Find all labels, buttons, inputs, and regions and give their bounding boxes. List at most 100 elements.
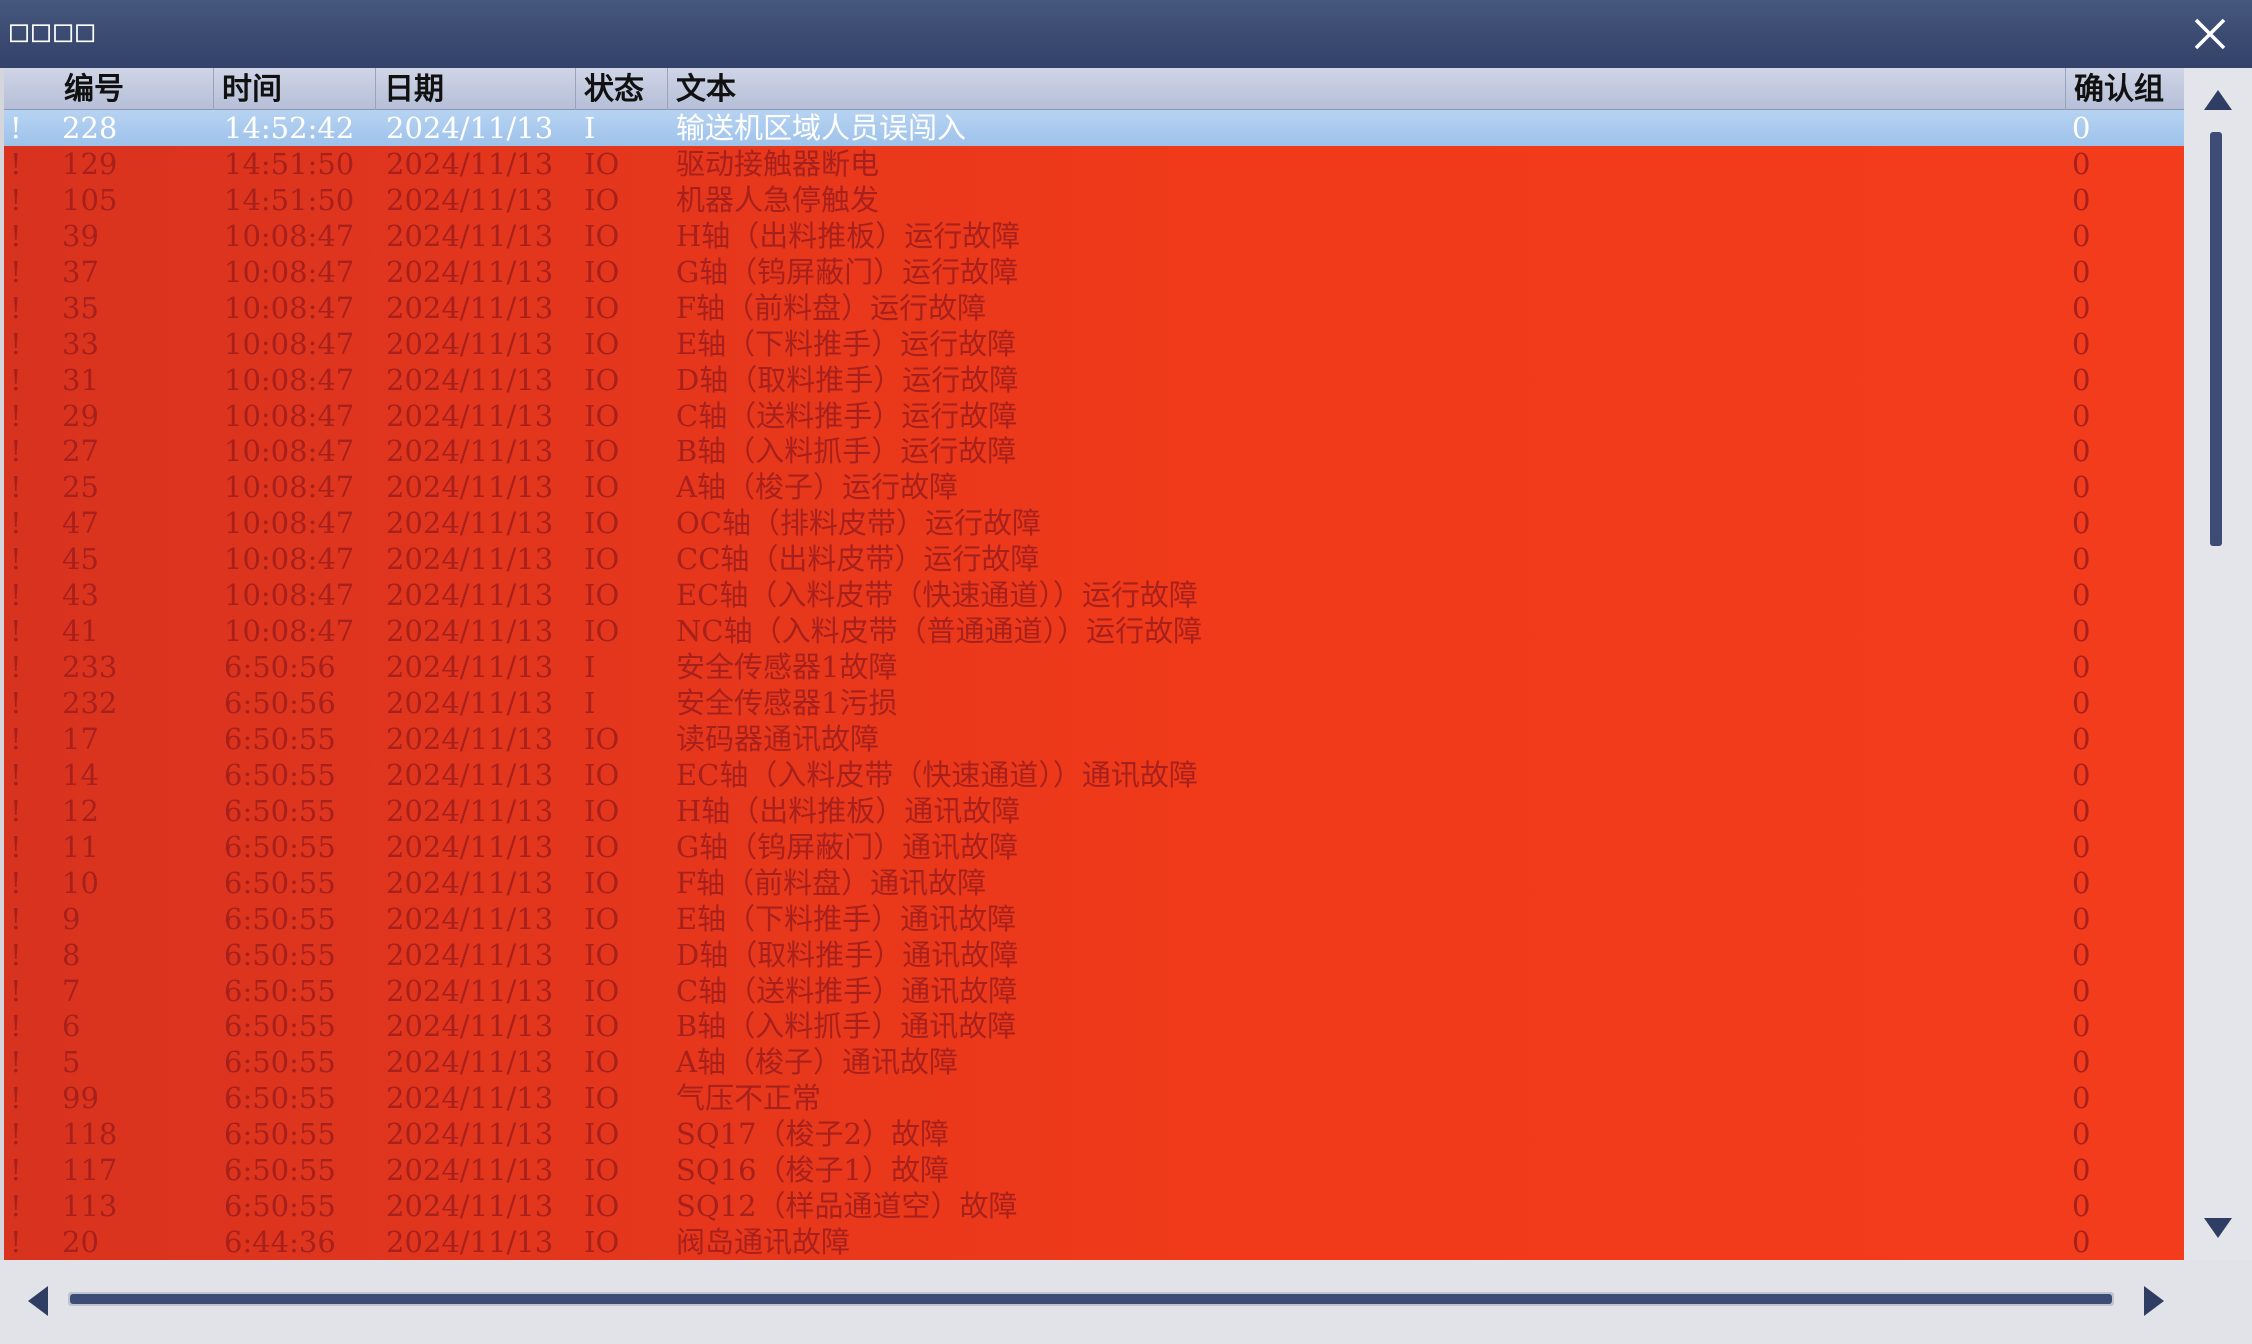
column-header-text[interactable]: 文本 bbox=[668, 68, 2066, 110]
cell-text: EC轴（入料皮带（快速通道））通讯故障 bbox=[676, 757, 1198, 792]
cell-text: C轴（送料推手）通讯故障 bbox=[676, 973, 1018, 1008]
cell-state: IO bbox=[584, 757, 620, 792]
cell-group: 0 bbox=[2072, 937, 2091, 972]
vertical-scroll-thumb[interactable] bbox=[2210, 132, 2222, 546]
table-row[interactable]: ! 105 14:51:50 2024/11/13 IO 机器人急停触发 0 bbox=[4, 182, 2184, 218]
cell-text: A轴（梭子）通讯故障 bbox=[676, 1045, 958, 1080]
table-row[interactable]: ! 27 10:08:47 2024/11/13 IO B轴（入料抓手）运行故障 0 bbox=[4, 433, 2184, 469]
table-row[interactable]: ! 31 10:08:47 2024/11/13 IO D轴（取料推手）运行故障 0 bbox=[4, 362, 2184, 398]
table-row[interactable]: ! 11 6:50:55 2024/11/13 IO G轴（钨屏蔽门）通讯故障 0 bbox=[4, 829, 2184, 865]
arrow-left-icon[interactable] bbox=[26, 1284, 50, 1318]
table-row[interactable]: ! 43 10:08:47 2024/11/13 IO EC轴（入料皮带（快速通道））运行… bbox=[4, 577, 2184, 613]
arrow-down-icon[interactable] bbox=[2202, 1216, 2234, 1240]
table-row[interactable]: ! 7 6:50:55 2024/11/13 IO C轴（送料推手）通讯故障 0 bbox=[4, 973, 2184, 1009]
cell-mark: ! bbox=[10, 434, 22, 469]
horizontal-scroll-thumb[interactable] bbox=[70, 1294, 2112, 1304]
table-row[interactable]: ! 113 6:50:55 2024/11/13 IO SQ12（样品通道空）故障 0 bbox=[4, 1188, 2184, 1224]
cell-text: 安全传感器1污损 bbox=[676, 686, 898, 720]
cell-text: B轴（入料抓手）运行故障 bbox=[676, 434, 1017, 469]
cell-state: IO bbox=[584, 865, 620, 900]
cell-time: 6:50:55 bbox=[224, 1081, 336, 1116]
cell-group: 0 bbox=[2072, 218, 2091, 253]
cell-state: IO bbox=[584, 218, 620, 253]
cell-group: 0 bbox=[2072, 470, 2091, 505]
column-header-group[interactable]: 确认组 bbox=[2066, 68, 2184, 110]
table-row[interactable]: ! 35 10:08:47 2024/11/13 IO F轴（前料盘）运行故障 0 bbox=[4, 290, 2184, 326]
cell-state: IO bbox=[584, 901, 620, 936]
cell-time: 6:50:55 bbox=[224, 829, 336, 864]
table-row[interactable]: ! 17 6:50:55 2024/11/13 IO 读码器通讯故障 0 bbox=[4, 721, 2184, 757]
table-row[interactable]: ! 232 6:50:56 2024/11/13 I 安全传感器1污损 0 bbox=[4, 685, 2184, 721]
cell-time: 6:50:55 bbox=[224, 757, 336, 792]
table-row[interactable]: ! 233 6:50:56 2024/11/13 I 安全传感器1故障 0 bbox=[4, 649, 2184, 685]
cell-mark: ! bbox=[10, 901, 22, 936]
table-row[interactable]: ! 37 10:08:47 2024/11/13 IO G轴（钨屏蔽门）运行故障 0 bbox=[4, 254, 2184, 290]
cell-text: SQ12（样品通道空）故障 bbox=[676, 1189, 1018, 1224]
cell-date: 2024/11/13 bbox=[386, 829, 554, 864]
table-row[interactable]: ! 118 6:50:55 2024/11/13 IO SQ17（梭子2）故障 0 bbox=[4, 1116, 2184, 1152]
arrow-up-icon[interactable] bbox=[2202, 88, 2234, 112]
cell-num: 39 bbox=[62, 218, 99, 253]
table-row[interactable]: ! 29 10:08:47 2024/11/13 IO C轴（送料推手）运行故障 0 bbox=[4, 398, 2184, 434]
table-row[interactable]: ! 9 6:50:55 2024/11/13 IO E轴（下料推手）通讯故障 0 bbox=[4, 901, 2184, 937]
table-row[interactable]: ! 117 6:50:55 2024/11/13 IO SQ16（梭子1）故障 0 bbox=[4, 1152, 2184, 1188]
cell-state: I bbox=[584, 111, 596, 145]
cell-group: 0 bbox=[2072, 793, 2091, 828]
cell-num: 8 bbox=[62, 937, 81, 972]
table-row[interactable]: ! 39 10:08:47 2024/11/13 IO H轴（出料推板）运行故障 0 bbox=[4, 218, 2184, 254]
cell-time: 6:50:55 bbox=[224, 1189, 336, 1224]
cell-num: 118 bbox=[62, 1117, 118, 1152]
table-row[interactable]: ! 20 6:44:36 2024/11/13 IO 阀岛通讯故障 0 bbox=[4, 1224, 2184, 1260]
table-row[interactable]: ! 12 6:50:55 2024/11/13 IO H轴（出料推板）通讯故障 0 bbox=[4, 793, 2184, 829]
cell-date: 2024/11/13 bbox=[386, 542, 554, 577]
cell-text: CC轴（出料皮带）运行故障 bbox=[676, 542, 1040, 577]
table-row[interactable]: ! 47 10:08:47 2024/11/13 IO OC轴（排料皮带）运行故障 0 bbox=[4, 505, 2184, 541]
cell-group: 0 bbox=[2072, 1117, 2091, 1152]
horizontal-scrollbar[interactable] bbox=[0, 1260, 2252, 1344]
cell-time: 14:51:50 bbox=[224, 146, 355, 181]
table-row[interactable]: ! 99 6:50:55 2024/11/13 IO 气压不正常 0 bbox=[4, 1080, 2184, 1116]
table-row[interactable]: ! 14 6:50:55 2024/11/13 IO EC轴（入料皮带（快速通道））通讯故… bbox=[4, 757, 2184, 793]
column-header-date[interactable]: 日期 bbox=[376, 68, 576, 110]
cell-state: IO bbox=[584, 326, 620, 361]
cell-date: 2024/11/13 bbox=[386, 434, 554, 469]
column-header-num[interactable]: 编号 bbox=[4, 68, 214, 110]
table-row[interactable]: ! 228 14:52:42 2024/11/13 I 输送机区域人员误闯入 0 bbox=[4, 110, 2184, 146]
cell-date: 2024/11/13 bbox=[386, 146, 554, 181]
cell-group: 0 bbox=[2072, 434, 2091, 469]
close-button[interactable] bbox=[2180, 6, 2240, 62]
table-row[interactable]: ! 41 10:08:47 2024/11/13 IO NC轴（入料皮带（普通通道））运行… bbox=[4, 613, 2184, 649]
cell-date: 2024/11/13 bbox=[386, 1189, 554, 1224]
cell-date: 2024/11/13 bbox=[386, 1045, 554, 1080]
cell-num: 31 bbox=[62, 362, 99, 397]
column-header-time[interactable]: 时间 bbox=[214, 68, 376, 110]
cell-date: 2024/11/13 bbox=[386, 614, 554, 649]
cell-text: G轴（钨屏蔽门）通讯故障 bbox=[676, 829, 1019, 864]
cell-mark: ! bbox=[10, 218, 22, 253]
cell-num: 14 bbox=[62, 757, 99, 792]
table-row[interactable]: ! 6 6:50:55 2024/11/13 IO B轴（入料抓手）通讯故障 0 bbox=[4, 1008, 2184, 1044]
table-row[interactable]: ! 45 10:08:47 2024/11/13 IO CC轴（出料皮带）运行故障 0 bbox=[4, 541, 2184, 577]
table-row[interactable]: ! 25 10:08:47 2024/11/13 IO A轴（梭子）运行故障 0 bbox=[4, 469, 2184, 505]
arrow-right-icon[interactable] bbox=[2142, 1284, 2166, 1318]
cell-text: 驱动接触器断电 bbox=[676, 146, 880, 181]
cell-group: 0 bbox=[2072, 721, 2091, 756]
table-row[interactable]: ! 5 6:50:55 2024/11/13 IO A轴（梭子）通讯故障 0 bbox=[4, 1044, 2184, 1080]
table-row[interactable]: ! 10 6:50:55 2024/11/13 IO F轴（前料盘）通讯故障 0 bbox=[4, 865, 2184, 901]
cell-date: 2024/11/13 bbox=[386, 1117, 554, 1152]
cell-num: 228 bbox=[62, 111, 118, 145]
cell-text: B轴（入料抓手）通讯故障 bbox=[676, 1009, 1017, 1044]
cell-state: IO bbox=[584, 829, 620, 864]
column-header-state[interactable]: 状态 bbox=[576, 68, 668, 110]
cell-mark: ! bbox=[10, 973, 22, 1008]
table-row[interactable]: ! 33 10:08:47 2024/11/13 IO E轴（下料推手）运行故障 0 bbox=[4, 326, 2184, 362]
vertical-scrollbar[interactable] bbox=[2184, 68, 2252, 1260]
table-row[interactable]: ! 129 14:51:50 2024/11/13 IO 驱动接触器断电 0 bbox=[4, 146, 2184, 182]
cell-num: 25 bbox=[62, 470, 99, 505]
cell-time: 6:50:55 bbox=[224, 865, 336, 900]
cell-mark: ! bbox=[10, 398, 22, 433]
table-row[interactable]: ! 8 6:50:55 2024/11/13 IO D轴（取料推手）通讯故障 0 bbox=[4, 937, 2184, 973]
cell-state: IO bbox=[584, 470, 620, 505]
cell-time: 6:50:55 bbox=[224, 1117, 336, 1152]
alarm-table: ! 228 14:52:42 2024/11/13 I 输送机区域人员误闯入 0! 129 14… bbox=[4, 110, 2184, 1260]
